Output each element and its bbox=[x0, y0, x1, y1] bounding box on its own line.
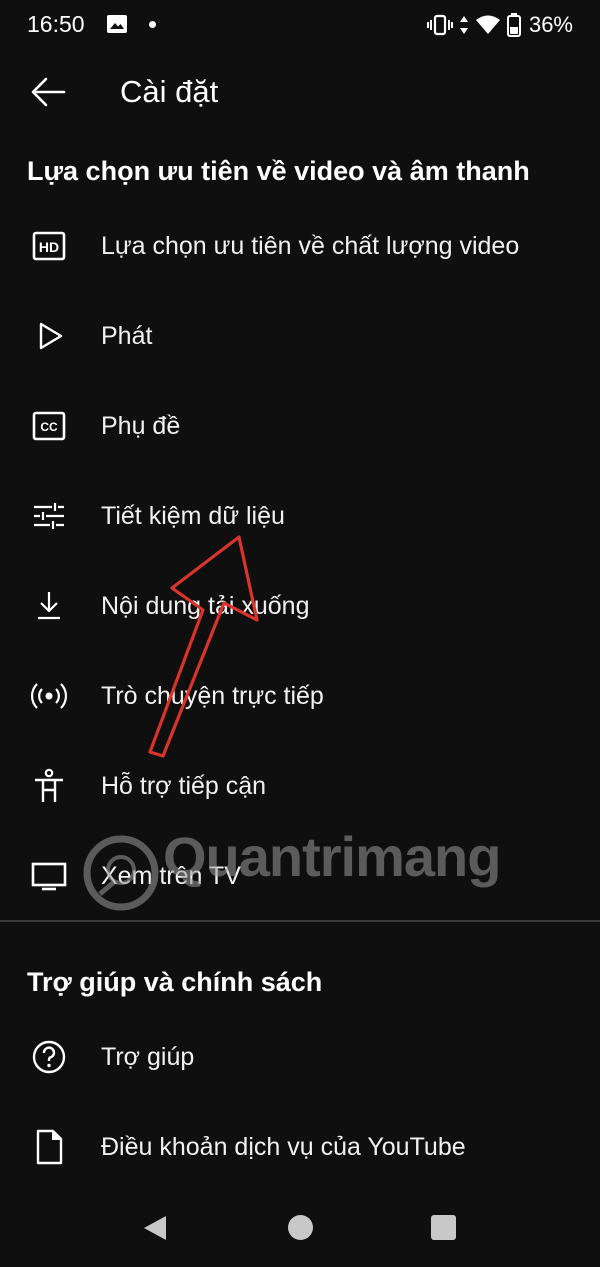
settings-item-live-chat[interactable]: Trò chuyện trực tiếp bbox=[0, 651, 600, 741]
settings-item-label: Lựa chọn ưu tiên về chất lượng video bbox=[101, 232, 520, 260]
settings-item-accessibility[interactable]: Hỗ trợ tiếp cận bbox=[0, 741, 600, 831]
status-time: 16:50 bbox=[27, 11, 85, 37]
back-arrow-icon[interactable] bbox=[30, 76, 66, 108]
hd-icon: HD bbox=[32, 231, 66, 261]
settings-item-label: Trợ giúp bbox=[101, 1043, 195, 1071]
settings-item-captions[interactable]: CC Phụ đề bbox=[0, 381, 600, 471]
settings-item-downloads[interactable]: Nội dung tải xuống bbox=[0, 561, 600, 651]
svg-text:HD: HD bbox=[39, 239, 59, 255]
battery-percent: 36% bbox=[528, 12, 573, 37]
settings-item-data-saving[interactable]: Tiết kiệm dữ liệu bbox=[0, 471, 600, 561]
battery-icon bbox=[506, 13, 521, 37]
svg-text:CC: CC bbox=[40, 420, 58, 434]
network-badge: 4 bbox=[491, 27, 497, 36]
settings-item-help[interactable]: Trợ giúp bbox=[0, 1012, 600, 1102]
accessibility-icon bbox=[35, 768, 63, 802]
vibrate-icon bbox=[426, 14, 453, 36]
settings-item-label: Hỗ trợ tiếp cận bbox=[101, 772, 267, 800]
data-arrows-icon bbox=[459, 16, 468, 34]
live-broadcast-icon bbox=[30, 683, 68, 709]
system-nav-bar bbox=[0, 1190, 600, 1267]
settings-item-label: Điều khoản dịch vụ của YouTube bbox=[101, 1133, 466, 1161]
closed-captions-icon: CC bbox=[32, 411, 66, 441]
nav-back-icon[interactable] bbox=[143, 1215, 167, 1241]
settings-item-watch-on-tv[interactable]: Xem trên TV bbox=[0, 831, 600, 921]
download-icon bbox=[38, 592, 60, 620]
settings-item-label: Nội dung tải xuống bbox=[101, 592, 310, 620]
play-icon bbox=[39, 322, 63, 350]
settings-item-label: Phụ đề bbox=[101, 412, 181, 440]
settings-item-label: Trò chuyện trực tiếp bbox=[101, 682, 324, 710]
settings-item-playback[interactable]: Phát bbox=[0, 291, 600, 381]
section-title-video-audio: Lựa chọn ưu tiên về video và âm thanh bbox=[27, 156, 530, 186]
tv-icon bbox=[31, 862, 67, 891]
section-divider bbox=[0, 920, 600, 922]
nav-home-button[interactable] bbox=[288, 1215, 313, 1240]
settings-item-video-quality[interactable]: HD Lựa chọn ưu tiên về chất lượng video bbox=[0, 201, 600, 291]
page-title: Cài đặt bbox=[120, 74, 219, 109]
wifi-icon: 4 bbox=[475, 15, 500, 36]
status-bar: 16:50 4 36% bbox=[0, 0, 600, 52]
sliders-icon bbox=[34, 503, 64, 529]
help-icon bbox=[32, 1040, 66, 1074]
status-icons: 4 36% bbox=[426, 12, 573, 38]
image-notification-icon bbox=[107, 15, 127, 33]
app-bar: Cài đặt bbox=[0, 62, 600, 124]
nav-recents-button[interactable] bbox=[431, 1215, 456, 1240]
section-title-help-policy: Trợ giúp và chính sách bbox=[27, 967, 323, 997]
settings-item-label: Xem trên TV bbox=[101, 862, 241, 890]
document-icon bbox=[36, 1129, 63, 1165]
settings-item-label: Phát bbox=[101, 322, 153, 350]
settings-item-terms-of-service[interactable]: Điều khoản dịch vụ của YouTube bbox=[0, 1102, 600, 1192]
settings-item-label: Tiết kiệm dữ liệu bbox=[101, 502, 285, 530]
notification-dot-icon bbox=[149, 21, 156, 28]
